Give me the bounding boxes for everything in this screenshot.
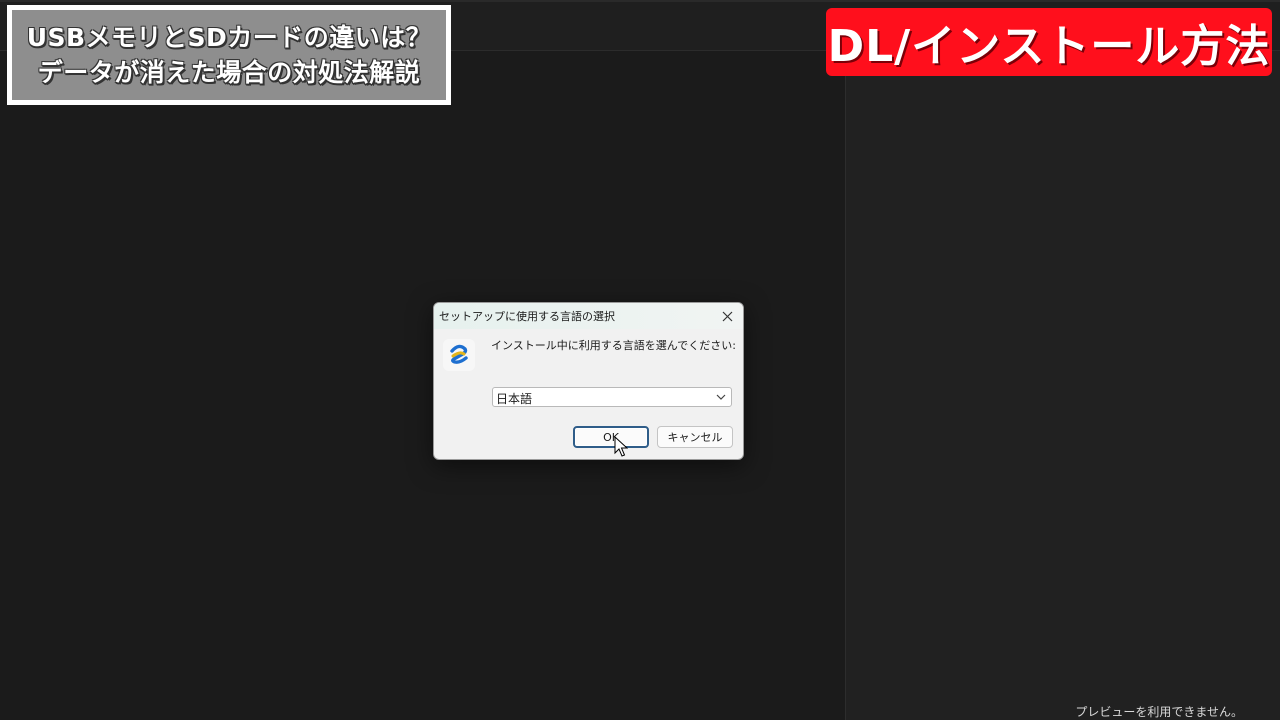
- close-button[interactable]: [717, 306, 737, 326]
- setup-app-icon: [443, 339, 475, 371]
- preview-unavailable-message: プレビューを利用できません。: [1075, 705, 1243, 719]
- preview-pane: プレビューを利用できません。: [845, 51, 1280, 720]
- cancel-button[interactable]: キャンセル: [657, 426, 733, 448]
- dialog-title: セットアップに使用する言語の選択: [439, 310, 615, 323]
- close-icon: [722, 311, 732, 321]
- top-edge: [0, 0, 1280, 2]
- caption-line-2: データが消えた場合の対処法解説: [37, 58, 421, 87]
- language-select-value: 日本語: [496, 392, 533, 406]
- chevron-down-icon: [716, 394, 726, 400]
- section-label-text: DL/インストール方法: [827, 21, 1271, 72]
- ok-button[interactable]: OK: [573, 426, 649, 448]
- language-prompt: インストール中に利用する言語を選んでください:: [491, 339, 736, 352]
- language-select[interactable]: 日本語: [492, 387, 732, 407]
- mouse-cursor-icon: [614, 436, 628, 457]
- section-label-badge: DL/インストール方法: [826, 8, 1272, 76]
- dialog-titlebar[interactable]: セットアップに使用する言語の選択: [434, 303, 743, 329]
- video-caption-title: USBメモリとSDカードの違いは？ データが消えた場合の対処法解説: [7, 5, 451, 105]
- screen: プレビューを利用できません。 セットアップに使用する言語の選択 インストール中に…: [0, 0, 1280, 720]
- caption-line-1: USBメモリとSDカードの違いは？: [26, 23, 432, 52]
- setup-language-dialog: セットアップに使用する言語の選択 インストール中に利用する言語を選んでください:…: [433, 302, 744, 460]
